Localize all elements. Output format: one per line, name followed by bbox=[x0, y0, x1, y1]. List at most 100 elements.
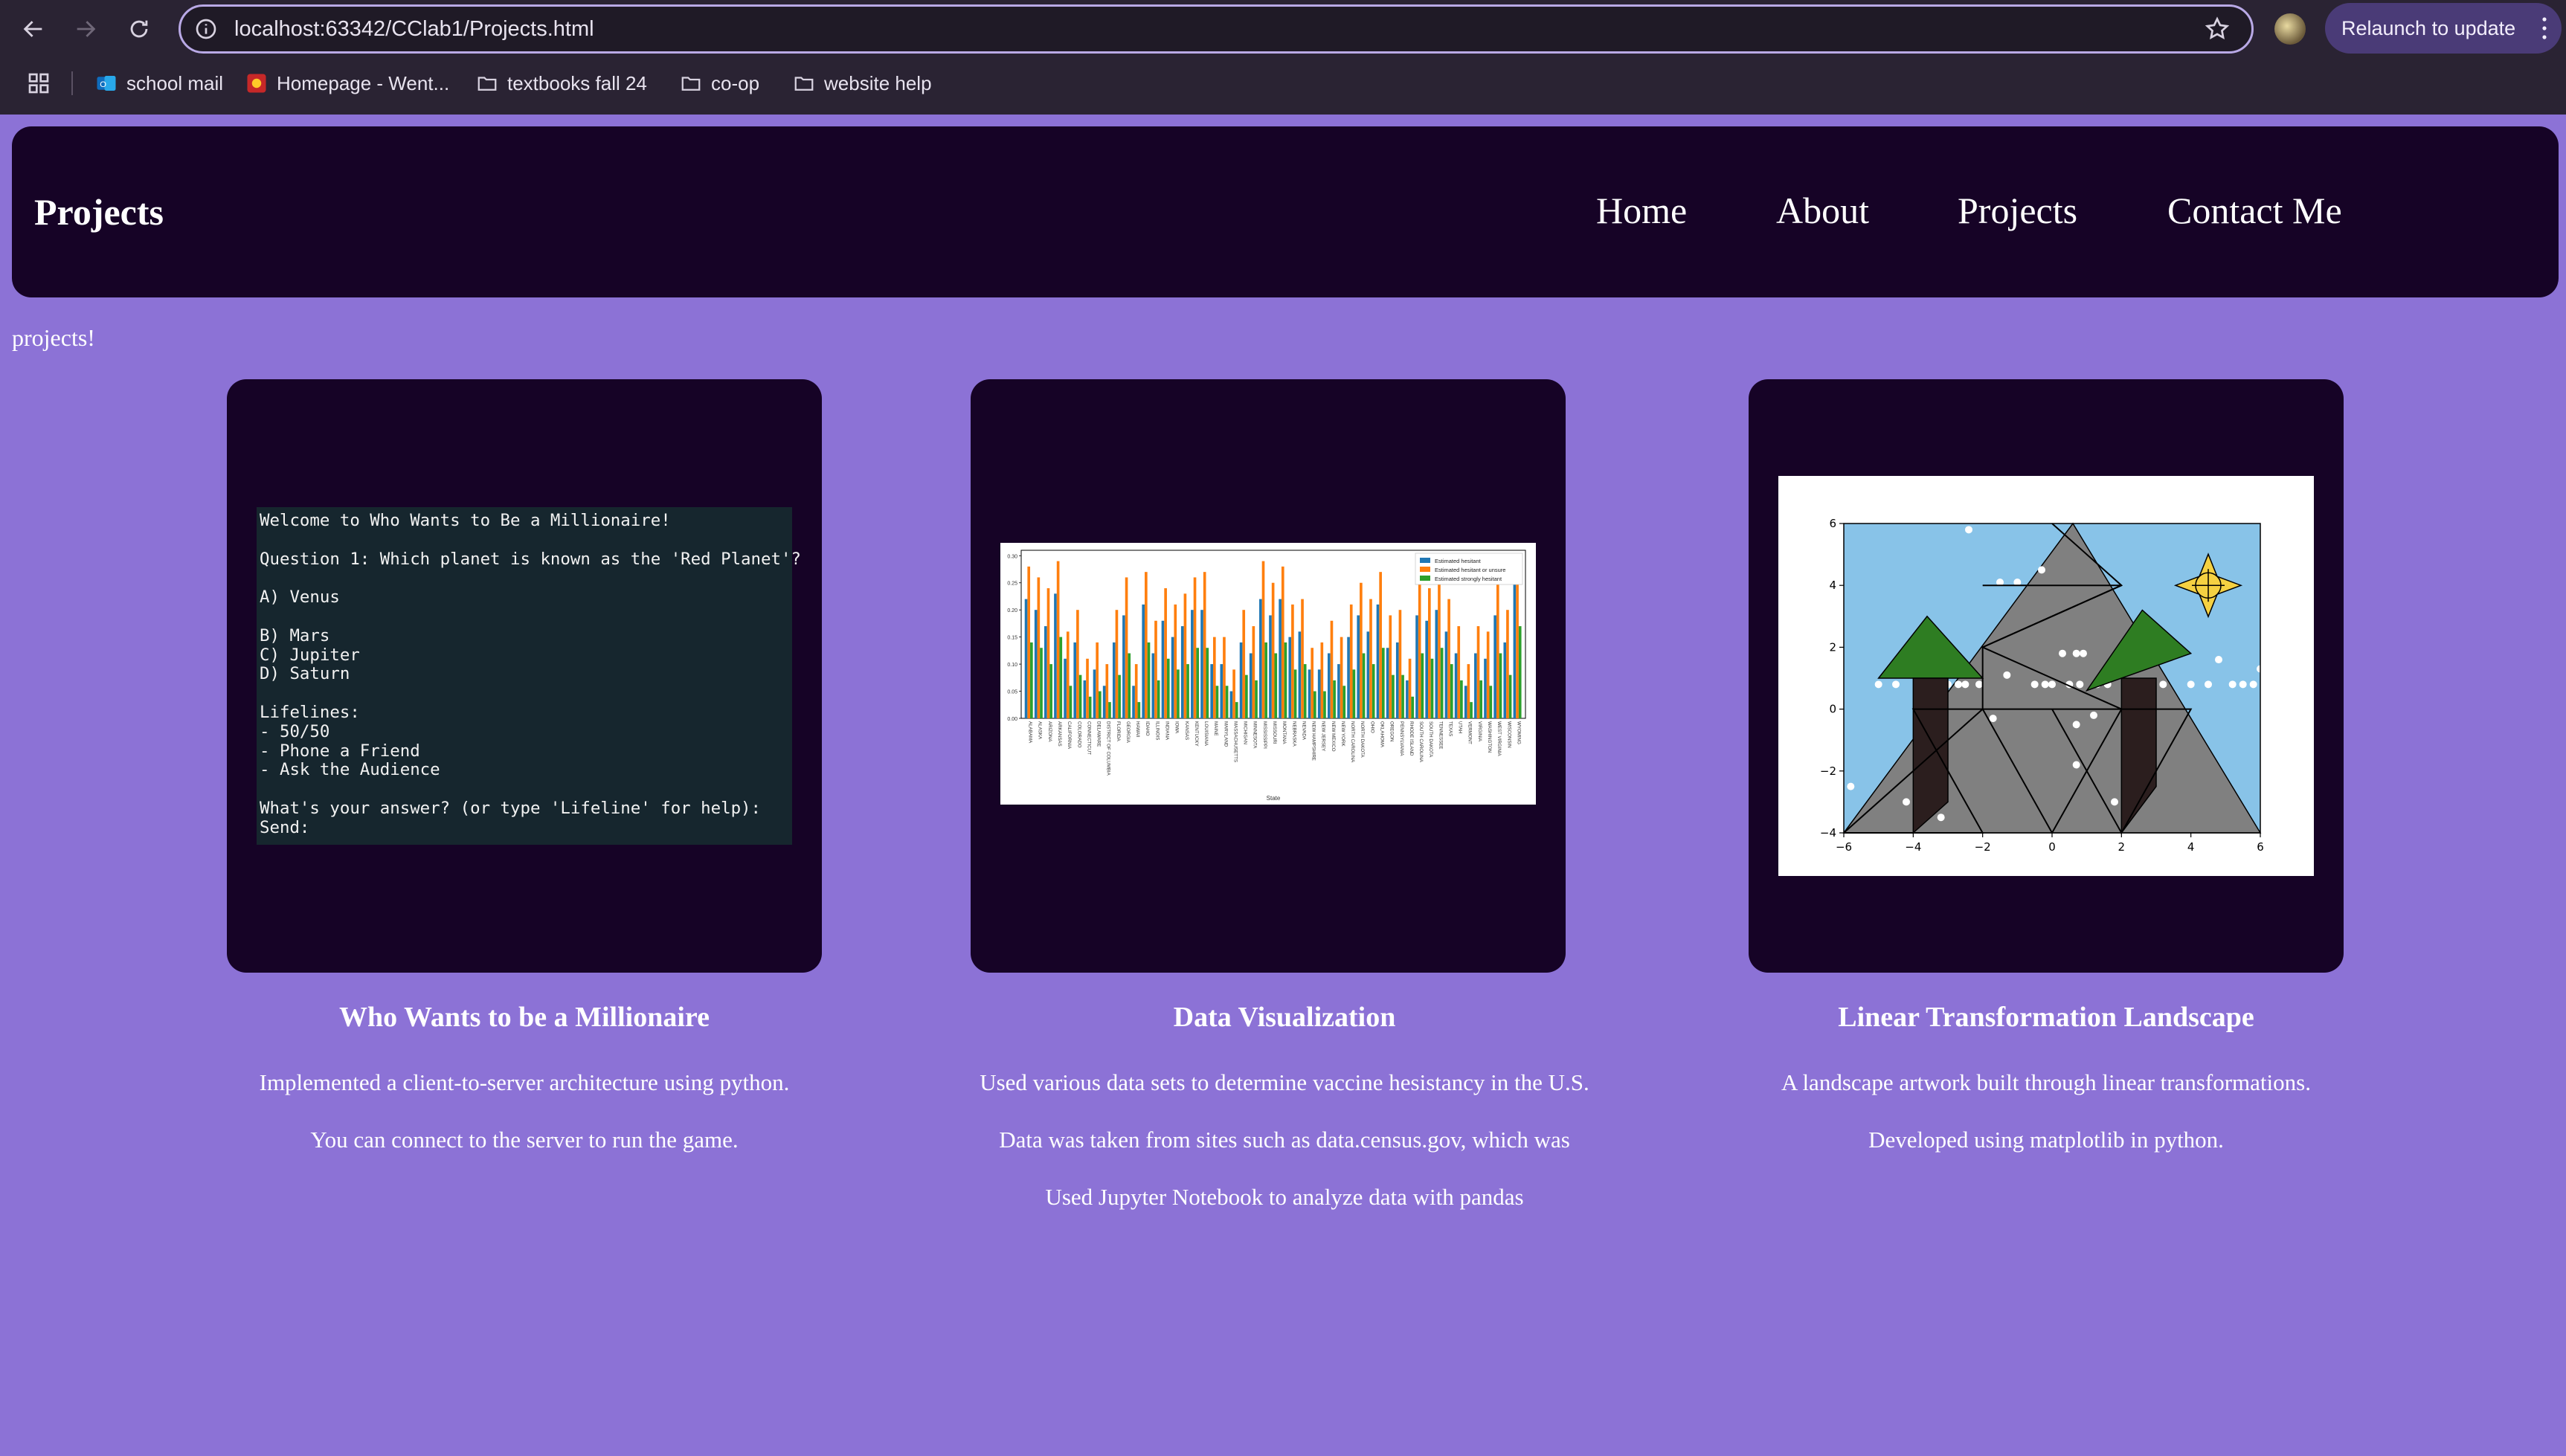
star-point bbox=[1955, 680, 1962, 689]
x-tick-label: 4 bbox=[2187, 840, 2195, 854]
x-tick-label: MAINE bbox=[1213, 721, 1218, 736]
back-button[interactable] bbox=[15, 10, 52, 48]
forward-button[interactable] bbox=[67, 10, 104, 48]
star-point bbox=[1961, 680, 1969, 689]
site-info-icon[interactable] bbox=[194, 17, 218, 41]
bar bbox=[1467, 664, 1470, 718]
x-tick-label: DELAWARE bbox=[1096, 721, 1102, 747]
apps-grid-icon[interactable] bbox=[27, 71, 51, 95]
bookmark-school-mail[interactable]: O school mail bbox=[95, 68, 223, 98]
bookmark-homepage[interactable]: Homepage - Went... bbox=[245, 68, 449, 98]
bar bbox=[1105, 664, 1109, 718]
bar bbox=[1215, 686, 1219, 718]
bar bbox=[1271, 582, 1275, 718]
x-tick-label: INDIANA bbox=[1164, 721, 1169, 741]
bar bbox=[1428, 588, 1431, 718]
profile-avatar[interactable] bbox=[2274, 13, 2306, 45]
x-tick-label: PENNSYLVANIA bbox=[1399, 721, 1404, 756]
bookmark-website-help[interactable]: website help bbox=[793, 68, 932, 98]
x-tick-label: OREGON bbox=[1389, 721, 1395, 742]
x-tick-label: NORTH CAROLINA bbox=[1350, 721, 1355, 763]
bar bbox=[1193, 577, 1197, 718]
star-point bbox=[1975, 680, 1983, 689]
bar bbox=[1044, 626, 1047, 718]
bar bbox=[1330, 620, 1334, 718]
relaunch-button[interactable]: Relaunch to update bbox=[2325, 3, 2562, 54]
bar bbox=[1056, 561, 1060, 718]
bar bbox=[1303, 664, 1307, 718]
project-card-landscape[interactable]: −6 −4 −2 0 2 4 6 −4 −2 0 2 4 6 bbox=[1749, 379, 2344, 973]
x-tick-label: VIRGINIA bbox=[1477, 721, 1482, 742]
project-description: Implemented a client-to-server architect… bbox=[259, 1069, 790, 1095]
bar bbox=[1076, 610, 1079, 718]
x-tick-label: NEBRASKA bbox=[1291, 721, 1296, 747]
arrow-right-icon bbox=[77, 21, 96, 37]
x-tick-label: FLORIDA bbox=[1116, 721, 1121, 742]
star-point bbox=[1989, 715, 1997, 723]
site-brand: Projects bbox=[34, 191, 164, 233]
x-tick-label: DISTRICT OF COLUMBIA bbox=[1106, 721, 1111, 776]
x-tick-label: ARKANSAS bbox=[1057, 721, 1062, 747]
star-point bbox=[1847, 782, 1855, 790]
bar bbox=[1128, 653, 1131, 718]
nav-link-projects[interactable]: Projects bbox=[1958, 189, 2077, 232]
reload-icon bbox=[130, 20, 148, 38]
bar bbox=[1366, 631, 1370, 718]
terminal-screenshot: Welcome to Who Wants to Be a Millionaire… bbox=[257, 507, 801, 845]
bar bbox=[1200, 610, 1203, 718]
project-description: A landscape artwork built through linear… bbox=[1781, 1069, 2311, 1095]
y-tick-label: 0.10 bbox=[1007, 663, 1017, 668]
x-axis-label: State bbox=[1267, 795, 1281, 802]
project-card-millionaire[interactable]: Welcome to Who Wants to Be a Millionaire… bbox=[227, 379, 822, 973]
bar bbox=[1425, 620, 1429, 718]
legend-swatch bbox=[1420, 558, 1430, 563]
bar bbox=[1313, 691, 1316, 718]
bar bbox=[1203, 572, 1206, 718]
x-tick-label: MISSISSIPPI bbox=[1262, 721, 1267, 749]
bar bbox=[1264, 642, 1267, 718]
y-tick-label: −2 bbox=[1820, 764, 1836, 778]
bar bbox=[1122, 615, 1125, 718]
x-tick-label: LOUISIANA bbox=[1203, 721, 1209, 747]
bar bbox=[1157, 680, 1160, 718]
x-tick-label: MONTANA bbox=[1282, 721, 1287, 744]
bar bbox=[1086, 658, 1089, 718]
bar bbox=[1474, 653, 1477, 718]
x-tick-label: UTAH bbox=[1458, 721, 1463, 733]
url-text[interactable]: localhost:63342/CClab1/Projects.html bbox=[234, 17, 594, 42]
bookmark-textbooks[interactable]: textbooks fall 24 bbox=[476, 68, 647, 98]
project-card-data-viz[interactable]: 0.00 0.05 0.10 0.15 0.20 0.25 0.30 ALABAMA ALASK… bbox=[971, 379, 1566, 973]
address-bar[interactable]: localhost:63342/CClab1/Projects.html bbox=[179, 4, 2254, 54]
x-tick-label: SOUTH DAKOTA bbox=[1428, 721, 1433, 758]
x-tick-label: ALASKA bbox=[1038, 721, 1043, 740]
terminal-output: Welcome to Who Wants to Be a Millionaire… bbox=[260, 511, 801, 837]
bar bbox=[1395, 642, 1399, 718]
bookmark-co-op[interactable]: co-op bbox=[680, 68, 759, 98]
bookmarks-bar: O school mail Homepage - Went... textboo… bbox=[0, 61, 2566, 106]
nav-link-home[interactable]: Home bbox=[1596, 189, 1687, 232]
bar bbox=[1274, 653, 1278, 718]
bar bbox=[1376, 604, 1380, 718]
x-tick-label: IOWA bbox=[1174, 721, 1180, 734]
star-point bbox=[2159, 680, 2167, 689]
bar bbox=[1284, 642, 1287, 718]
bar bbox=[1401, 674, 1404, 718]
project-description: Used Jupyter Notebook to analyze data wi… bbox=[1045, 1184, 1524, 1210]
y-tick-label: 4 bbox=[1829, 579, 1836, 592]
nav-link-about[interactable]: About bbox=[1776, 189, 1869, 232]
bar bbox=[1386, 648, 1389, 718]
reload-button[interactable] bbox=[120, 10, 158, 48]
nav-link-contact[interactable]: Contact Me bbox=[2167, 189, 2342, 232]
bookmark-star-icon[interactable] bbox=[2204, 16, 2231, 42]
bar bbox=[1093, 669, 1096, 718]
y-tick-label: 2 bbox=[1829, 640, 1836, 654]
red-site-icon bbox=[247, 74, 266, 93]
bar bbox=[1212, 637, 1216, 718]
star-point bbox=[2003, 671, 2011, 679]
bar bbox=[1261, 561, 1265, 718]
bar bbox=[1301, 599, 1304, 718]
bar bbox=[1454, 653, 1458, 718]
bar bbox=[1161, 620, 1165, 718]
y-tick-label: 0.25 bbox=[1007, 582, 1017, 587]
bar bbox=[1249, 653, 1253, 718]
